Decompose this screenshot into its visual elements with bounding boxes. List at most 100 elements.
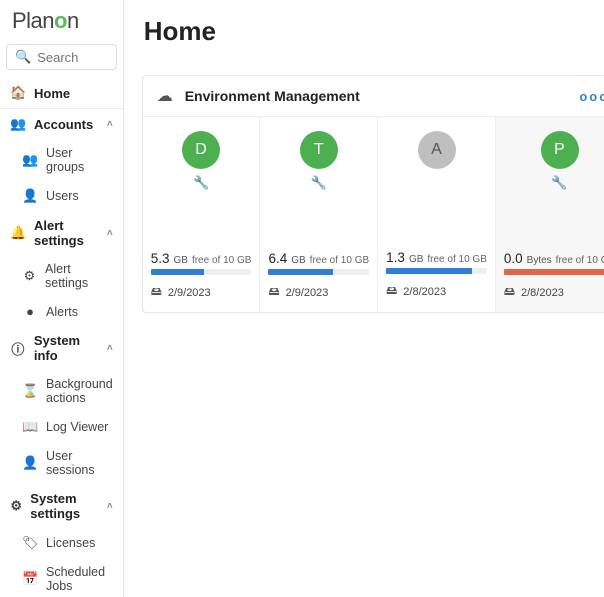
cloud-icon: ☁	[157, 86, 173, 106]
usage-bar	[151, 269, 252, 275]
disk-icon: 🖴	[151, 283, 162, 302]
env-card[interactable]: D 🔧 5.3 GB free of 10 GB 🖴 2/9/2023	[143, 117, 261, 312]
wrench-icon[interactable]: 🔧	[151, 175, 252, 191]
date-row: 🖴2/8/2023	[386, 282, 487, 301]
env-card[interactable]: T 🔧 6.4GBfree of 10 GB 🖴 2/9/2023	[260, 117, 378, 312]
nav-home[interactable]: 🏠 Home	[0, 78, 123, 109]
nav-item-label: Background actions	[46, 377, 113, 405]
usage-bar-fill	[504, 269, 604, 275]
nav-section-header[interactable]: ⓘ System info˄	[0, 326, 123, 370]
nav-item-icon: ⚙	[22, 268, 37, 284]
chevron-up-icon: ˄	[107, 501, 113, 512]
nav-item-icon: 👥	[22, 152, 38, 168]
nav-item-icon: 👤	[22, 455, 38, 471]
date-row: 🖴 2/9/2023	[151, 283, 252, 302]
usage-total: free of 10 GB	[556, 255, 604, 266]
nav-item[interactable]: 👤User sessions	[0, 442, 123, 484]
usage-value: 5.3	[151, 251, 170, 266]
env-date: 2/8/2023	[521, 287, 564, 299]
usage-unit: GB	[409, 254, 423, 265]
usage-bar-fill	[151, 269, 204, 275]
disk-icon: 🖴	[268, 283, 279, 302]
main: Home ☁ Environment Management ooo D 🔧 5.3 G…	[124, 0, 604, 597]
brand-o: o	[54, 8, 67, 33]
chevron-up-icon: ˄	[107, 228, 113, 239]
chevron-up-icon: ˄	[107, 119, 113, 130]
nav-item[interactable]: 👤 Users	[0, 181, 123, 211]
nav-item[interactable]: ● Alerts	[0, 297, 123, 326]
env-card[interactable]: P🔧0.0Bytesfree of 10 GB🖴2/8/2023	[496, 117, 604, 312]
nav-section-header[interactable]: ⚙ System settings˄	[0, 484, 123, 528]
wrench-icon[interactable]: 🔧	[504, 175, 604, 191]
brand-post: n	[67, 8, 79, 33]
usage-row: 1.3GBfree of 10 GB	[386, 250, 487, 265]
nav-item-icon: 🏷	[22, 535, 38, 551]
nav-item-icon: ⌛	[22, 383, 38, 399]
nav-section-header[interactable]: 🔔 Alert settings˄	[0, 211, 123, 255]
sidebar: Planon 🔍 🏠 Home 👥Accounts˄👥User groups👤U…	[0, 0, 124, 597]
usage-bar	[504, 269, 604, 275]
env-avatar: D	[182, 131, 220, 169]
nav-item-icon: 📅	[22, 571, 38, 587]
chevron-up-icon: ˄	[107, 343, 113, 354]
env-date: 2/8/2023	[403, 286, 446, 298]
panel-more-button[interactable]: ooo	[579, 89, 604, 104]
usage-unit: GB	[174, 255, 188, 266]
brand-pre: Plan	[12, 8, 54, 33]
nav-item-label: Log Viewer	[46, 420, 108, 434]
nav-home-label: Home	[34, 86, 70, 101]
usage-unit: Bytes	[527, 255, 552, 266]
section-label: System info	[34, 333, 107, 363]
section-label: Alert settings	[34, 218, 107, 248]
nav-section-header[interactable]: 👥Accounts˄	[0, 109, 123, 139]
nav-item[interactable]: 👥User groups	[0, 139, 123, 181]
date-row: 🖴 2/9/2023	[268, 283, 369, 302]
usage-value: 6.4	[268, 251, 287, 266]
usage-value: 1.3	[386, 250, 405, 265]
search-icon: 🔍	[15, 49, 31, 65]
home-icon: 🏠	[10, 85, 26, 101]
section-icon: ⓘ	[10, 339, 26, 358]
nav-item-label: Users	[46, 189, 79, 203]
env-panel-title: Environment Management	[185, 88, 360, 104]
search-box[interactable]: 🔍	[6, 44, 117, 70]
wrench-icon	[386, 175, 487, 190]
nav-item-icon: ●	[22, 304, 38, 319]
usage-row: 6.4GBfree of 10 GB	[268, 251, 369, 266]
brand-logo: Planon	[0, 0, 123, 40]
search-input[interactable]	[37, 50, 108, 65]
nav-item[interactable]: 📖 Log Viewer	[0, 412, 123, 442]
date-row: 🖴2/8/2023	[504, 283, 604, 302]
env-card[interactable]: A 1.3GBfree of 10 GB🖴2/8/2023	[378, 117, 496, 312]
nav-item-label: Alerts	[46, 305, 78, 319]
usage-bar-fill	[386, 268, 472, 274]
env-cards: D🔧5.3GBfree of 10 GB🖴2/9/2023T🔧6.4GBfree…	[143, 117, 604, 312]
nav-item-label: Scheduled Jobs	[46, 565, 113, 593]
page-title: Home	[144, 16, 604, 47]
nav-item[interactable]: ⚙ Alert settings	[0, 255, 123, 297]
section-label: System settings	[30, 491, 107, 521]
usage-row: 5.3 GB free of 10 GB	[151, 251, 252, 266]
env-avatar: A	[418, 131, 456, 169]
nav-item[interactable]: 🏷Licenses	[0, 528, 123, 558]
wrench-icon[interactable]: 🔧	[268, 175, 369, 191]
usage-bar	[268, 269, 369, 275]
usage-total: free of 10 GB	[192, 255, 251, 266]
usage-bar	[386, 268, 487, 274]
usage-row: 0.0 Bytes free of 10 GB	[504, 251, 604, 266]
nav-item[interactable]: 📅 Scheduled Jobs	[0, 558, 123, 597]
nav-item[interactable]: ⌛ Background actions	[0, 370, 123, 412]
env-panel-header: ☁ Environment Management ooo	[143, 76, 604, 117]
env-date: 2/9/2023	[168, 287, 211, 299]
section-label: Accounts	[34, 117, 93, 132]
nav-item-icon: 👤	[22, 188, 38, 204]
env-panel: ☁ Environment Management ooo D 🔧 5.3 GB free…	[142, 75, 604, 313]
usage-value: 0.0	[504, 251, 523, 266]
nav-item-label: Alert settings	[45, 262, 113, 290]
section-icon: 🔔	[10, 225, 26, 241]
env-avatar: T	[300, 131, 338, 169]
nav-item-icon: 📖	[22, 419, 38, 435]
section-icon: ⚙	[10, 498, 22, 514]
env-date: 2/9/2023	[286, 287, 329, 299]
usage-total: free of 10 GB	[310, 255, 369, 266]
